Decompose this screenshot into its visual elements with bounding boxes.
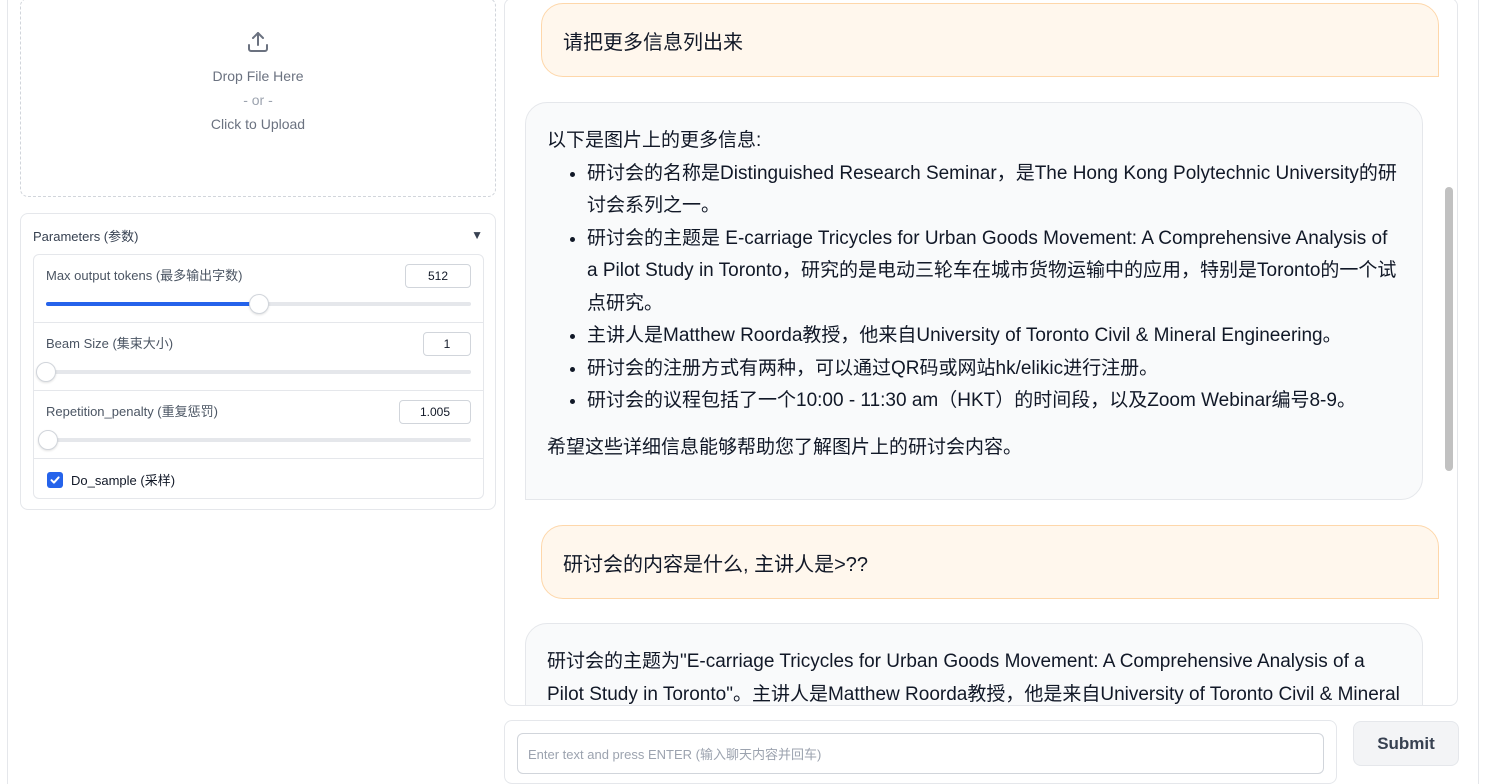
bot-message-list: 研讨会的名称是Distinguished Research Seminar，是T… [547, 158, 1401, 418]
or-text: - or - [243, 91, 273, 108]
user-message: 请把更多信息列出来 [541, 3, 1439, 77]
list-item: 研讨会的主题是 E-carriage Tricycles for Urban G… [587, 223, 1401, 321]
user-message-text: 请把更多信息列出来 [563, 31, 743, 54]
do-sample-checkbox[interactable] [47, 471, 63, 488]
beam-size-row: Beam Size (集束大小) 1 [34, 323, 483, 391]
file-upload-dropzone[interactable]: Drop File Here - or - Click to Upload [20, 0, 496, 197]
chat-input[interactable] [517, 733, 1324, 774]
list-item: 研讨会的注册方式有两种，可以通过QR码或网站hk/elikic进行注册。 [587, 353, 1401, 386]
collapse-caret-icon[interactable]: ▼ [471, 228, 483, 242]
upload-icon [248, 31, 268, 52]
max-tokens-slider-fill [46, 302, 259, 306]
repetition-penalty-number-input[interactable]: 1.005 [399, 400, 471, 424]
max-tokens-label: Max output tokens (最多输出字数) [46, 268, 243, 283]
drop-file-text: Drop File Here [212, 67, 304, 84]
chat-scrollbar[interactable] [1445, 187, 1453, 471]
repetition-penalty-label: Repetition_penalty (重复惩罚) [46, 404, 218, 419]
click-to-upload-text: Click to Upload [210, 115, 306, 132]
user-message: 研讨会的内容是什么, 主讲人是>?? [541, 525, 1439, 599]
repetition-penalty-row: Repetition_penalty (重复惩罚) 1.005 [34, 391, 483, 459]
parameters-body: Max output tokens (最多输出字数) 512 Beam Size… [33, 254, 484, 499]
repetition-penalty-slider[interactable] [38, 430, 471, 450]
parameters-accordion-header[interactable]: Parameters (参数) ▼ [33, 225, 483, 245]
bot-message-closing: 希望这些详细信息能够帮助您了解图片上的研讨会内容。 [547, 436, 1023, 458]
max-tokens-number-input[interactable]: 512 [405, 264, 471, 288]
bot-message-text: 研讨会的主题为"E-carriage Tricycles for Urban G… [547, 651, 1400, 705]
bot-message: 以下是图片上的更多信息: 研讨会的名称是Distinguished Resear… [525, 102, 1423, 500]
beam-size-label: Beam Size (集束大小) [46, 336, 174, 351]
beam-size-slider-thumb[interactable] [36, 362, 56, 382]
chat-input-container [504, 720, 1337, 784]
max-tokens-slider-thumb[interactable] [248, 294, 269, 314]
beam-size-slider[interactable] [36, 362, 471, 382]
beam-size-number-input[interactable]: 1 [423, 332, 471, 356]
checkmark-icon [50, 475, 60, 484]
list-item: 研讨会的议程包括了一个10:00 - 11:30 am（HKT）的时间段，以及Z… [587, 385, 1401, 418]
max-tokens-slider[interactable] [46, 294, 471, 314]
user-message-text: 研讨会的内容是什么, 主讲人是>?? [563, 553, 869, 576]
max-tokens-row: Max output tokens (最多输出字数) 512 [34, 255, 483, 323]
parameters-title: Parameters (参数) [33, 228, 139, 244]
repetition-penalty-slider-thumb[interactable] [38, 430, 59, 450]
list-item: 研讨会的名称是Distinguished Research Seminar，是T… [587, 158, 1401, 223]
parameters-panel: Parameters (参数) ▼ Max output tokens (最多输… [20, 213, 496, 510]
chatbot-panel[interactable]: 请把更多信息列出来 以下是图片上的更多信息: 研讨会的名称是Distinguis… [504, 0, 1458, 706]
do-sample-row[interactable]: Do_sample (采样) [34, 459, 483, 498]
do-sample-label: Do_sample (采样) [71, 473, 176, 488]
submit-button[interactable]: Submit [1353, 721, 1459, 766]
bot-message: 研讨会的主题为"E-carriage Tricycles for Urban G… [525, 623, 1423, 705]
list-item: 主讲人是Matthew Roorda教授，他来自University of To… [587, 320, 1401, 353]
bot-message-intro: 以下是图片上的更多信息: [547, 130, 762, 151]
